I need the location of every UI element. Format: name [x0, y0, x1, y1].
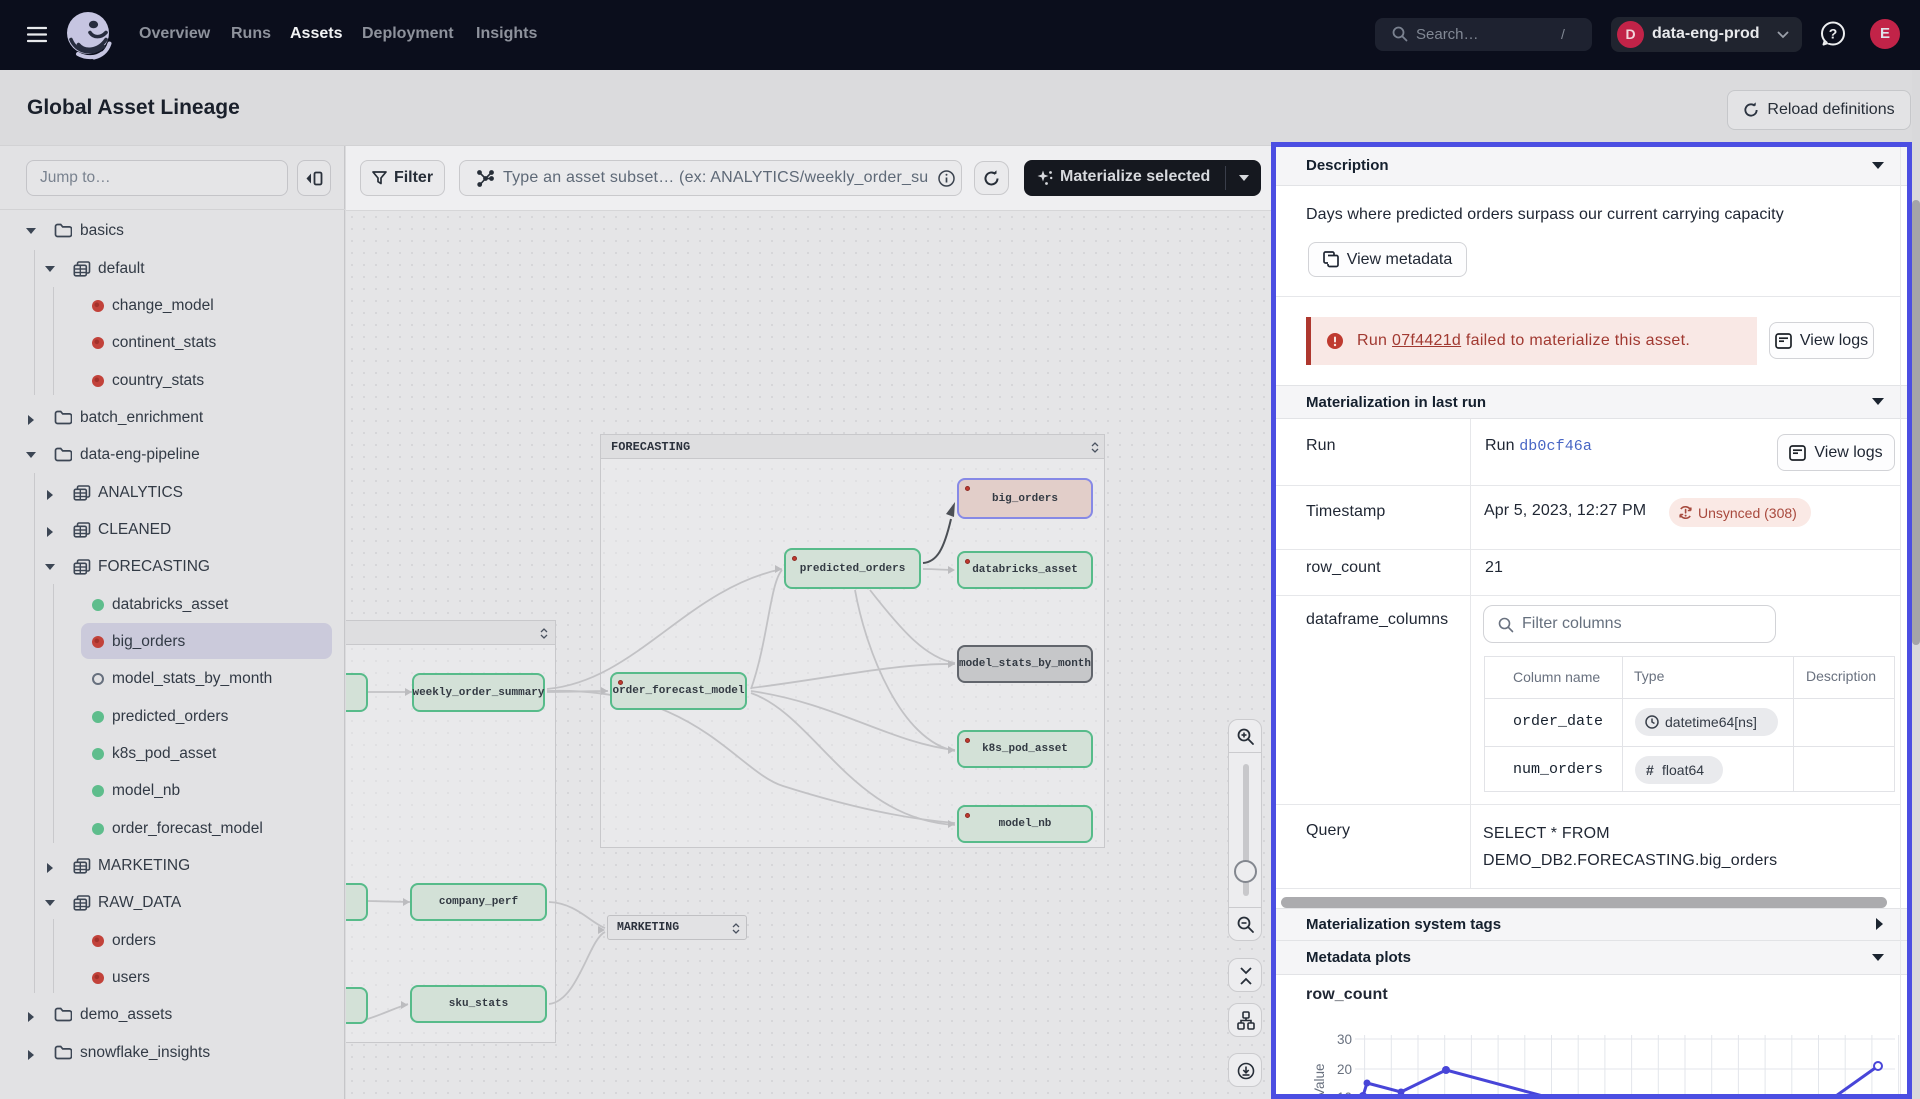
svg-text:10: 10 [1337, 1090, 1352, 1094]
svg-text:30: 30 [1337, 1032, 1352, 1047]
svg-text:20: 20 [1337, 1062, 1352, 1077]
svg-text:?: ? [1829, 26, 1838, 42]
svg-text:Value: Value [1312, 1063, 1327, 1094]
